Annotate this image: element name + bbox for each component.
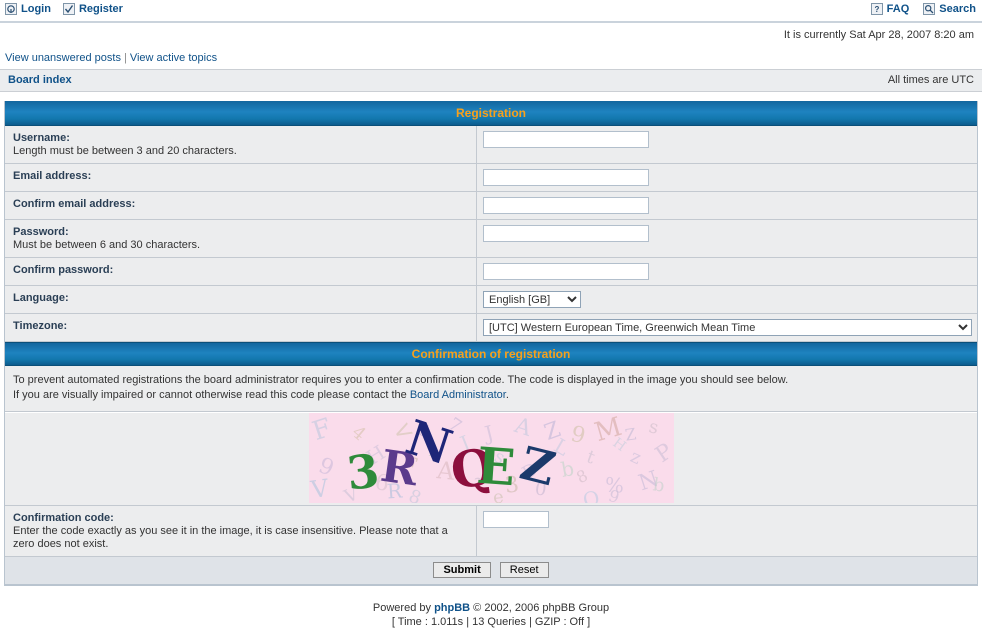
- current-time-text: It is currently Sat Apr 28, 2007 8:20 am: [783, 29, 974, 41]
- email-field-cell: [476, 163, 977, 192]
- password-field[interactable]: [483, 225, 649, 242]
- footer-stats: [ Time : 1.011s | 13 Queries | GZIP : Of…: [391, 616, 591, 628]
- svg-text:?: ?: [874, 5, 879, 14]
- username-hint: Length must be between 3 and 20 characte…: [13, 145, 237, 157]
- footer-powered-line: Powered by phpBB © 2002, 2006 phpBB Grou…: [0, 601, 982, 615]
- footer-powered-pre: Powered by: [372, 602, 435, 614]
- timezone-label: Timezone:: [13, 320, 68, 332]
- nav-link-search-label: Search: [939, 3, 976, 15]
- confirm-email-label-cell: Confirm email address:: [5, 191, 477, 220]
- captcha-image-row: F 9 V 4 H 6 R F < 5 h A 7 J ~ J s 3 A D: [5, 413, 977, 506]
- nav-link-faq-label: FAQ: [886, 3, 910, 15]
- nav-link-faq[interactable]: ? FAQ: [870, 3, 910, 15]
- footer-powered-post: © 2002, 2006 phpBB Group: [470, 602, 610, 614]
- quick-links-bar: View unanswered posts | View active topics: [0, 48, 982, 69]
- password-label: Password:: [13, 226, 69, 238]
- email-label: Email address:: [13, 170, 92, 182]
- captcha-char-5: Z: [514, 435, 561, 497]
- confirmation-explain-line2-pre: If you are visually impaired or cannot o…: [13, 389, 410, 401]
- confirm-email-label: Confirm email address:: [13, 198, 136, 210]
- nav-link-register-label: Register: [78, 3, 123, 15]
- link-separator: |: [123, 52, 127, 64]
- table-row-username: Username: Length must be between 3 and 2…: [5, 126, 977, 164]
- page-footer: Powered by phpBB © 2002, 2006 phpBB Grou…: [0, 586, 982, 629]
- confirm-password-field[interactable]: [483, 263, 649, 280]
- password-label-cell: Password: Must be between 6 and 30 chara…: [5, 219, 477, 258]
- nav-link-login[interactable]: Login: [5, 3, 51, 15]
- confirm-password-field-cell: [476, 257, 977, 286]
- reset-button[interactable]: Reset: [499, 562, 549, 578]
- password-hint: Must be between 6 and 30 characters.: [13, 239, 201, 251]
- username-label-cell: Username: Length must be between 3 and 2…: [5, 126, 477, 164]
- confirmation-explain-text: To prevent automated registrations the b…: [5, 366, 977, 412]
- nav-link-login-label: Login: [21, 3, 51, 15]
- password-field-cell: [476, 219, 977, 258]
- confirmation-code-label-cell: Confirmation code: Enter the code exactl…: [5, 506, 477, 557]
- nav-link-register[interactable]: Register: [62, 3, 123, 15]
- captcha-char-0: 3: [343, 443, 382, 501]
- login-icon: [5, 3, 17, 15]
- confirmation-explain-line2: If you are visually impaired or cannot o…: [13, 388, 969, 403]
- confirmation-explain-line2-post: .: [505, 389, 509, 401]
- username-field-cell: [476, 126, 977, 164]
- captcha-image: F 9 V 4 H 6 R F < 5 h A 7 J ~ J s 3 A D: [308, 413, 674, 503]
- form-actions-row: Submit Reset: [5, 557, 977, 585]
- registration-title-bar: Registration: [5, 101, 977, 126]
- confirm-password-label-cell: Confirm password:: [5, 257, 477, 286]
- link-view-unanswered-posts[interactable]: View unanswered posts: [5, 52, 121, 64]
- breadcrumb-board-index[interactable]: Board index: [8, 74, 72, 86]
- email-label-cell: Email address:: [5, 163, 477, 192]
- faq-icon: ?: [870, 3, 883, 15]
- table-row-timezone: Timezone: [UTC] Western European Time, G…: [5, 313, 977, 342]
- language-field-cell: English [GB]: [476, 285, 977, 314]
- registration-panel: Registration Username: Length must be be…: [4, 101, 978, 586]
- submit-button[interactable]: Submit: [433, 562, 491, 578]
- link-view-active-topics[interactable]: View active topics: [130, 52, 217, 64]
- table-row-confirmation-code: Confirmation code: Enter the code exactl…: [5, 506, 977, 557]
- language-select[interactable]: English [GB]: [483, 291, 581, 308]
- timezone-select[interactable]: [UTC] Western European Time, Greenwich M…: [483, 319, 972, 336]
- confirm-email-field-cell: [476, 191, 977, 220]
- confirmation-code-field-cell: [476, 506, 977, 557]
- username-field[interactable]: [483, 131, 649, 148]
- table-row-language: Language: English [GB]: [5, 285, 977, 314]
- email-field[interactable]: [483, 169, 649, 186]
- timezone-field-cell: [UTC] Western European Time, Greenwich M…: [476, 313, 977, 342]
- all-times-label: All times are UTC: [887, 74, 974, 86]
- confirm-password-label: Confirm password:: [13, 264, 114, 276]
- table-row-password: Password: Must be between 6 and 30 chara…: [5, 219, 977, 258]
- registration-panel-wrapper: Registration Username: Length must be be…: [0, 101, 982, 586]
- top-nav-right-group: ? FAQ Search: [870, 3, 976, 15]
- confirmation-explain-line1: To prevent automated registrations the b…: [13, 374, 789, 386]
- confirmation-code-label: Confirmation code:: [13, 512, 114, 524]
- register-icon: [62, 3, 75, 15]
- confirmation-code-hint: Enter the code exactly as you see it in …: [13, 525, 448, 550]
- language-label: Language:: [13, 292, 69, 304]
- search-icon: [923, 3, 936, 15]
- captcha-char-4: E: [474, 435, 517, 498]
- table-row-email: Email address:: [5, 163, 977, 192]
- timezone-label-cell: Timezone:: [5, 313, 477, 342]
- registration-form-table: Username: Length must be between 3 and 2…: [5, 126, 977, 342]
- link-phpbb[interactable]: phpBB: [434, 602, 470, 614]
- username-label: Username:: [13, 132, 70, 144]
- table-row-confirm-email: Confirm email address:: [5, 191, 977, 220]
- table-row-confirm-password: Confirm password:: [5, 257, 977, 286]
- confirm-email-field[interactable]: [483, 197, 649, 214]
- confirmation-code-field[interactable]: [483, 511, 549, 528]
- breadcrumb-bar: Board index All times are UTC: [0, 69, 982, 92]
- confirmation-title-bar: Confirmation of registration: [5, 342, 977, 366]
- confirmation-code-table: Confirmation code: Enter the code exactl…: [5, 506, 977, 557]
- language-label-cell: Language:: [5, 285, 477, 314]
- link-board-administrator[interactable]: Board Administrator: [410, 389, 506, 401]
- nav-link-search[interactable]: Search: [923, 3, 976, 15]
- top-nav-left-group: Login Register: [5, 3, 123, 15]
- top-navigation-bar: Login Register ? FAQ Search: [0, 0, 982, 23]
